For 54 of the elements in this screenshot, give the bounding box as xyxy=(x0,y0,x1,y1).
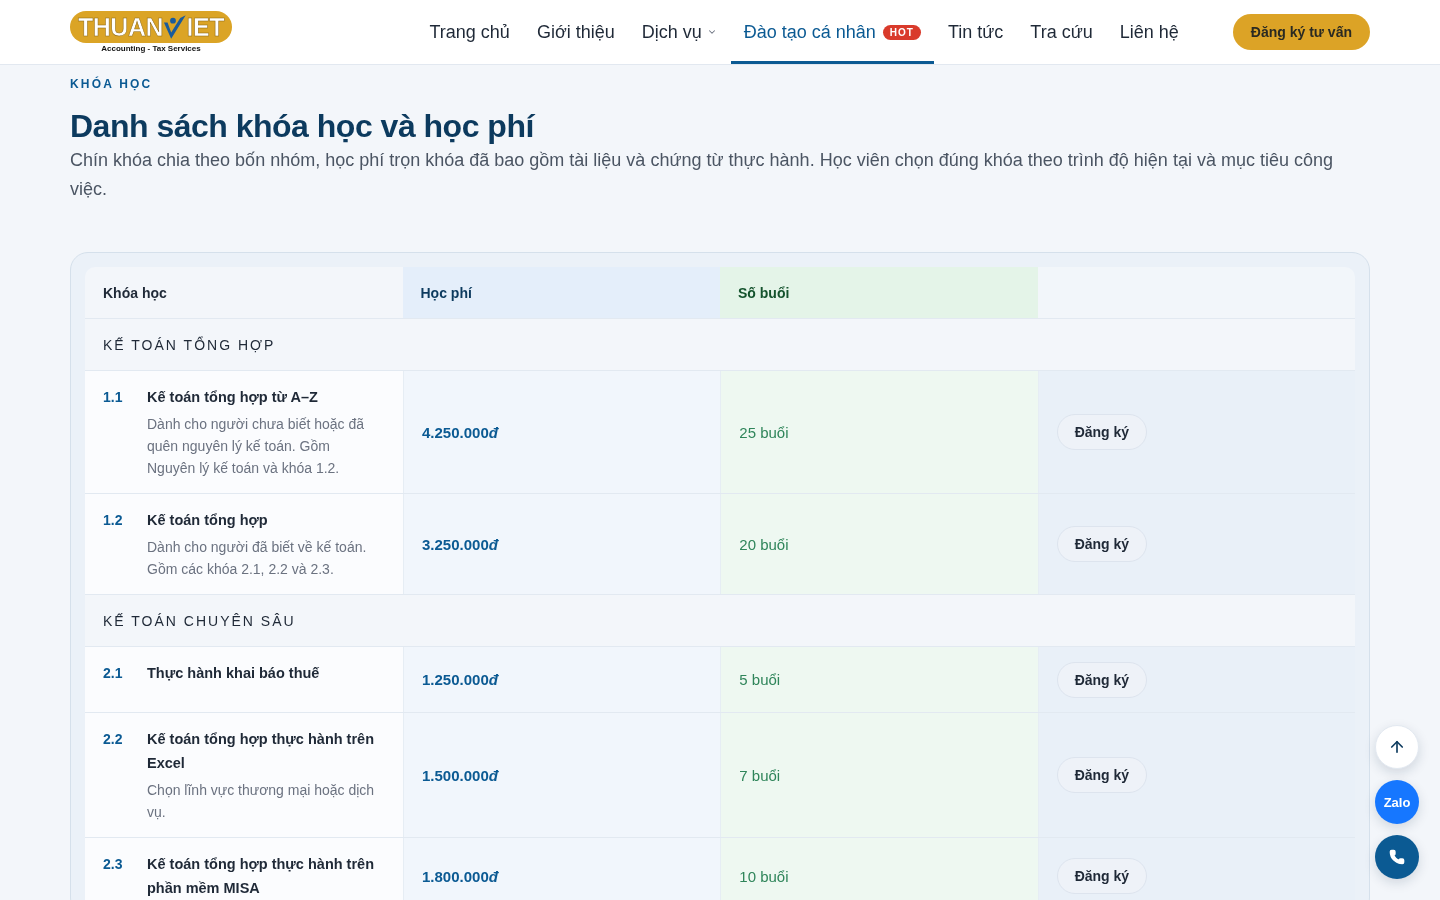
course-number: 1.2 xyxy=(103,511,124,530)
column-header: Số buổi xyxy=(720,267,1038,318)
course-fee: 1.250.000đ xyxy=(422,671,498,688)
course-number: 2.2 xyxy=(103,730,124,749)
logo-wordmark: IET xyxy=(186,14,224,40)
nav-tab[interactable]: Dịch vụ xyxy=(628,0,730,64)
course-fee: 3.250.000đ xyxy=(422,535,498,553)
session-count: 25 buổi xyxy=(739,423,789,441)
hot-badge: HOT xyxy=(882,24,921,40)
group-title: KẾ TOÁN CHUYÊN SÂU xyxy=(103,612,296,629)
course-title: Thực hành khai báo thuế xyxy=(147,664,321,683)
nav-tab[interactable]: Tin tức xyxy=(934,0,1017,64)
course-title: Kế toán tổng hợp thực hành trên Excel xyxy=(147,730,375,773)
course-title: Kế toán tổng hợp xyxy=(147,511,269,530)
course-fee: 4.250.000đ xyxy=(422,423,498,441)
nav-tab[interactable]: Đào tạo cá nhân HOT xyxy=(730,0,934,64)
group-title: KẾ TOÁN TỔNG HỢP xyxy=(103,336,276,353)
session-count: 10 buổi xyxy=(739,867,789,885)
call-button[interactable] xyxy=(1375,835,1419,879)
register-button[interactable]: Đăng ký xyxy=(1056,526,1148,562)
course-title: Kế toán tổng hợp từ A–Z xyxy=(147,388,319,407)
logo-tagline: Accounting - Tax Services xyxy=(101,45,201,53)
consult-button[interactable]: Đăng ký tư vấn xyxy=(1232,14,1370,50)
course-description: Dành cho người đã biết về kế toán. Gồm các khóa 2.1, 2.2 và 2.3. xyxy=(147,538,368,579)
register-button[interactable]: Đăng ký xyxy=(1056,661,1148,698)
check-figure-icon xyxy=(163,13,187,41)
session-count: 20 buổi xyxy=(739,535,789,553)
nav-tab[interactable]: Trang chủ xyxy=(416,0,523,64)
register-button[interactable]: Đăng ký xyxy=(1056,858,1148,894)
section-eyebrow: KHÓA HỌC xyxy=(70,76,154,92)
course-fee: 1.500.000đ xyxy=(422,766,498,784)
phone-icon xyxy=(1389,849,1405,865)
nav-tab[interactable]: Liên hệ xyxy=(1106,0,1192,64)
scroll-top-button[interactable] xyxy=(1375,725,1419,769)
nav-tab[interactable]: Giới thiệu xyxy=(523,0,628,64)
chevron-down-icon xyxy=(706,27,717,37)
course-description: Chọn lĩnh vực thương mại hoặc dịch vụ. xyxy=(147,781,376,822)
course-number: 2.1 xyxy=(103,664,124,683)
intro-text: Chín khóa chia theo bốn nhóm, học phí trọn khóa đã bao gồm tài liệu và chứng từ thực hành. Học viên chọn đúng khóa theo trình độ hiện tại và mục tiêu công việc. xyxy=(70,149,1334,201)
course-fee: 1.800.000đ xyxy=(422,867,498,885)
session-count: 7 buổi xyxy=(739,766,781,784)
column-header: Khóa học xyxy=(85,267,403,318)
column-header: Học phí xyxy=(402,267,720,318)
zalo-button[interactable]: Zalo xyxy=(1375,780,1419,824)
logo-wordmark: THUAN xyxy=(78,14,163,40)
course-title: Kế toán tổng hợp thực hành trên phần mềm MISA xyxy=(147,855,375,898)
nav-tab[interactable]: Tra cứu xyxy=(1017,0,1106,64)
page-title: Danh sách khóa học và học phí xyxy=(70,107,536,146)
register-button[interactable]: Đăng ký xyxy=(1056,757,1148,793)
session-count: 5 buổi xyxy=(739,671,781,688)
course-number: 1.1 xyxy=(103,388,124,407)
register-button[interactable]: Đăng ký xyxy=(1056,414,1148,450)
course-number: 2.3 xyxy=(103,855,124,874)
course-description: Dành cho người chưa biết hoặc đã quên nguyên lý kế toán. Gồm Nguyên lý kế toán và khóa 1.2. xyxy=(147,415,366,478)
